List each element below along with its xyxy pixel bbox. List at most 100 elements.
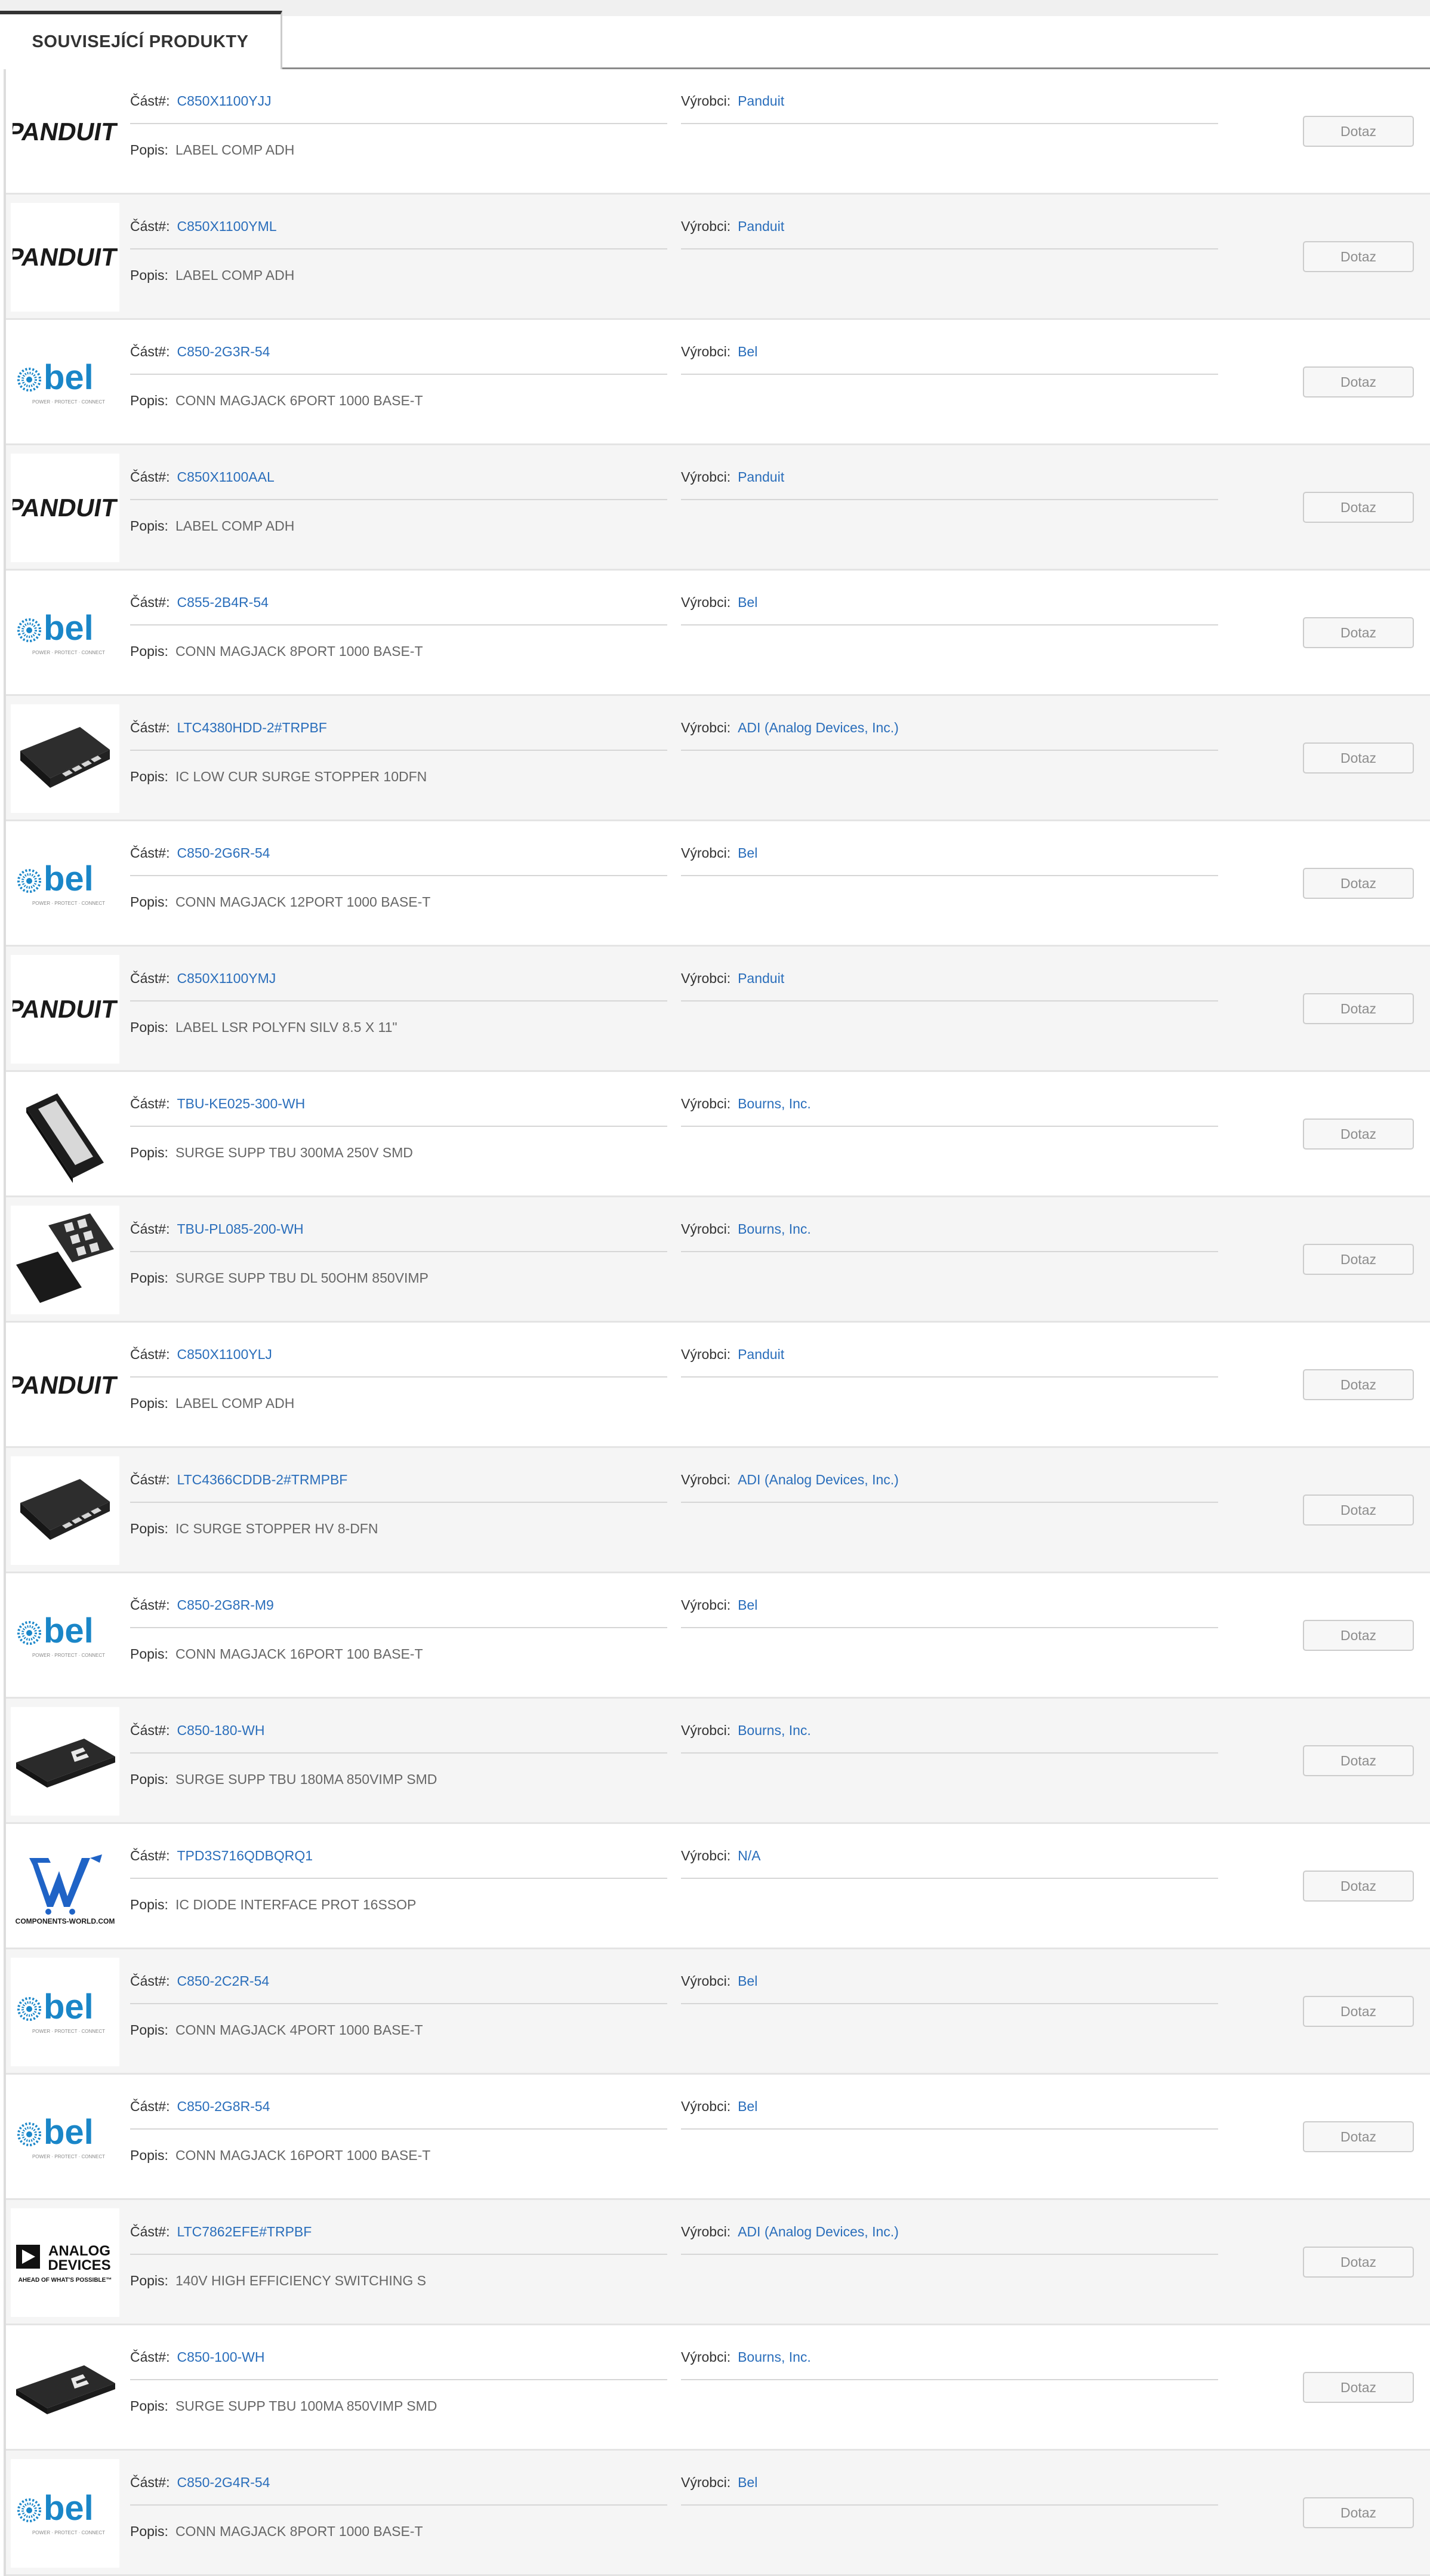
manufacturer-divider	[681, 1126, 1218, 1127]
bourns-chip-image[interactable]	[11, 2334, 119, 2442]
part-number-link[interactable]: C850-100-WH	[177, 2349, 264, 2365]
part-divider	[130, 374, 667, 375]
bel-logo[interactable]: bel POWER · PROTECT · CONNECT	[11, 2083, 119, 2192]
inquiry-button[interactable]: Dotaz	[1303, 2372, 1414, 2403]
manufacturer-divider	[681, 374, 1218, 375]
inquiry-button[interactable]: Dotaz	[1303, 1871, 1414, 1902]
part-number-link[interactable]: TBU-PL085-200-WH	[177, 1221, 303, 1237]
svg-text:POWER · PROTECT · CONNECT: POWER · PROTECT · CONNECT	[32, 901, 105, 906]
product-row: Část#: LTC4366CDDB-2#TRMPBF Výrobci: ADI (…	[6, 1448, 1430, 1573]
inquiry-button[interactable]: Dotaz	[1303, 2497, 1414, 2528]
part-number-link[interactable]: C850X1100YLJ	[177, 1346, 272, 1362]
part-number-link[interactable]: LTC7862EFE#TRPBF	[177, 2224, 312, 2239]
tbu-pad-chip-image[interactable]	[11, 1206, 119, 1314]
manufacturer-link[interactable]: Panduit	[738, 970, 784, 986]
part-label: Část#:	[130, 594, 170, 610]
part-number-link[interactable]: LTC4380HDD-2#TRPBF	[177, 720, 326, 735]
part-label: Část#:	[130, 1723, 170, 1738]
panduit-logo[interactable]: PANDUIT	[11, 203, 119, 312]
description-label: Popis:	[130, 393, 168, 408]
manufacturer-link[interactable]: ADI (Analog Devices, Inc.)	[738, 720, 899, 735]
manufacturer-link[interactable]: N/A	[738, 1848, 760, 1863]
manufacturer-link[interactable]: Bourns, Inc.	[738, 1723, 811, 1738]
part-number-link[interactable]: C850-180-WH	[177, 1723, 264, 1738]
bel-logo[interactable]: bel POWER · PROTECT · CONNECT	[11, 2459, 119, 2568]
part-number-link[interactable]: C850-2G8R-M9	[177, 1597, 273, 1613]
part-label: Část#:	[130, 720, 170, 735]
inquiry-button[interactable]: Dotaz	[1303, 2247, 1414, 2278]
description-field: Popis: IC SURGE STOPPER HV 8-DFN	[130, 1521, 378, 1537]
part-number-link[interactable]: C850-2G4R-54	[177, 2475, 270, 2490]
panduit-logo[interactable]: PANDUIT	[11, 955, 119, 1064]
inquiry-button[interactable]: Dotaz	[1303, 1369, 1414, 1400]
part-number-link[interactable]: C850-2G6R-54	[177, 845, 270, 861]
manufacturer-link[interactable]: Bel	[738, 845, 757, 861]
description-label: Popis:	[130, 2022, 168, 2038]
description-label: Popis:	[130, 518, 168, 534]
inquiry-button[interactable]: Dotaz	[1303, 1620, 1414, 1651]
tab-related-products[interactable]: SOUVISEJÍCÍ PRODUKTY	[0, 11, 282, 69]
manufacturer-link[interactable]: Bel	[738, 594, 757, 610]
manufacturer-link[interactable]: Bel	[738, 2099, 757, 2114]
description-text: CONN MAGJACK 12PORT 1000 BASE-T	[175, 894, 431, 910]
bel-logo[interactable]: bel POWER · PROTECT · CONNECT	[11, 328, 119, 437]
manufacturer-link[interactable]: Bel	[738, 2475, 757, 2490]
inquiry-button[interactable]: Dotaz	[1303, 1996, 1414, 2027]
inquiry-button[interactable]: Dotaz	[1303, 1495, 1414, 1526]
manufacturer-link[interactable]: Bourns, Inc.	[738, 1096, 811, 1111]
svg-text:ANALOG: ANALOG	[48, 2243, 110, 2259]
part-field: Část#: LTC4366CDDB-2#TRMPBF	[130, 1472, 347, 1488]
part-number-link[interactable]: TPD3S716QDBQRQ1	[177, 1848, 313, 1863]
manufacturer-link[interactable]: Bourns, Inc.	[738, 2349, 811, 2365]
bourns-chip-image[interactable]	[11, 1707, 119, 1816]
product-row: ANALOG DEVICES AHEAD OF WHAT'S POSSIBLE™…	[6, 2200, 1430, 2325]
manufacturer-link[interactable]: Panduit	[738, 469, 784, 485]
inquiry-button[interactable]: Dotaz	[1303, 116, 1414, 147]
manufacturer-link[interactable]: Bourns, Inc.	[738, 1221, 811, 1237]
tbu-chip-image[interactable]	[11, 1080, 119, 1189]
part-number-link[interactable]: TBU-KE025-300-WH	[177, 1096, 305, 1111]
bel-logo[interactable]: bel POWER · PROTECT · CONNECT	[11, 1582, 119, 1690]
panduit-logo[interactable]: PANDUIT	[11, 1331, 119, 1440]
dfn-chip-image[interactable]	[11, 1456, 119, 1565]
manufacturer-link[interactable]: Panduit	[738, 93, 784, 109]
inquiry-button[interactable]: Dotaz	[1303, 492, 1414, 523]
manufacturer-link[interactable]: Panduit	[738, 1346, 784, 1362]
bel-logo[interactable]: bel POWER · PROTECT · CONNECT	[11, 830, 119, 938]
inquiry-button[interactable]: Dotaz	[1303, 1745, 1414, 1776]
inquiry-button[interactable]: Dotaz	[1303, 2121, 1414, 2152]
inquiry-button[interactable]: Dotaz	[1303, 1244, 1414, 1275]
bel-logo[interactable]: bel POWER · PROTECT · CONNECT	[11, 1958, 119, 2066]
inquiry-button[interactable]: Dotaz	[1303, 1118, 1414, 1150]
part-number-link[interactable]: C850-2C2R-54	[177, 1973, 269, 1989]
inquiry-button[interactable]: Dotaz	[1303, 742, 1414, 774]
inquiry-button[interactable]: Dotaz	[1303, 617, 1414, 648]
manufacturer-divider	[681, 624, 1218, 625]
svg-text:COMPONENTS-WORLD.COM: COMPONENTS-WORLD.COM	[16, 1917, 115, 1925]
manufacturer-link[interactable]: Bel	[738, 1973, 757, 1989]
panduit-logo[interactable]: PANDUIT	[11, 454, 119, 562]
inquiry-button[interactable]: Dotaz	[1303, 366, 1414, 398]
part-number-link[interactable]: LTC4366CDDB-2#TRMPBF	[177, 1472, 347, 1487]
part-number-link[interactable]: C855-2B4R-54	[177, 594, 268, 610]
dfn-chip-image[interactable]	[11, 704, 119, 813]
manufacturer-link[interactable]: Panduit	[738, 218, 784, 234]
inquiry-button[interactable]: Dotaz	[1303, 868, 1414, 899]
part-number-link[interactable]: C850-2G3R-54	[177, 344, 270, 359]
analog-devices-logo[interactable]: ANALOG DEVICES AHEAD OF WHAT'S POSSIBLE™	[11, 2208, 119, 2317]
panduit-logo[interactable]: PANDUIT	[11, 78, 119, 186]
part-number-link[interactable]: C850X1100YMJ	[177, 970, 276, 986]
components-world-logo[interactable]: COMPONENTS-WORLD.COM	[11, 1832, 119, 1941]
manufacturer-link[interactable]: ADI (Analog Devices, Inc.)	[738, 2224, 899, 2239]
part-number-link[interactable]: C850X1100AAL	[177, 469, 274, 485]
part-divider	[130, 1502, 667, 1503]
inquiry-button[interactable]: Dotaz	[1303, 241, 1414, 272]
manufacturer-link[interactable]: ADI (Analog Devices, Inc.)	[738, 1472, 899, 1487]
inquiry-button[interactable]: Dotaz	[1303, 993, 1414, 1024]
manufacturer-link[interactable]: Bel	[738, 1597, 757, 1613]
part-number-link[interactable]: C850X1100YML	[177, 218, 276, 234]
manufacturer-link[interactable]: Bel	[738, 344, 757, 359]
part-number-link[interactable]: C850-2G8R-54	[177, 2099, 270, 2114]
bel-logo[interactable]: bel POWER · PROTECT · CONNECT	[11, 579, 119, 688]
part-number-link[interactable]: C850X1100YJJ	[177, 93, 271, 109]
